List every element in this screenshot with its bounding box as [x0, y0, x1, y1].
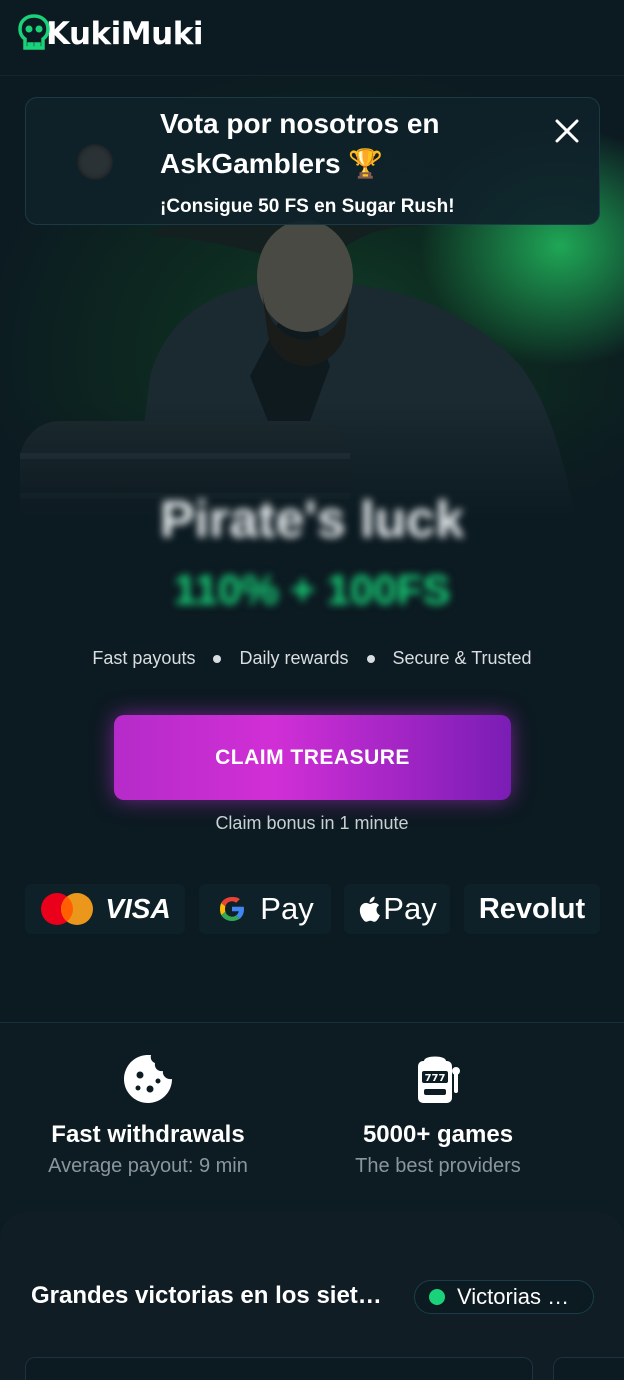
svg-text:777: 777: [425, 1073, 446, 1084]
stat-subtitle: Average payout: 9 min: [48, 1155, 248, 1177]
logo[interactable]: KukiMuki: [18, 14, 203, 54]
payment-visa-mastercard: VISA: [25, 884, 185, 934]
google-icon: [220, 897, 245, 921]
payment-revolut: Revolut: [464, 884, 600, 934]
feature-fast-payouts: Fast payouts: [92, 648, 196, 668]
stat-subtitle: The best providers: [355, 1155, 521, 1177]
cta-note: Claim bonus in 1 minute: [215, 813, 409, 833]
slot-machine-icon: 777: [418, 1056, 460, 1103]
features-row: Fast payouts Daily rewards Secure & Trus…: [0, 648, 624, 669]
payment-apple-pay: Pay: [344, 884, 450, 934]
feature-secure: Secure & Trusted: [392, 648, 532, 668]
live-dot-icon: [429, 1289, 445, 1305]
top-header: KukiMuki: [0, 0, 624, 76]
close-icon[interactable]: [552, 116, 582, 146]
visa-label: VISA: [105, 893, 171, 924]
notification-subtitle: ¡Consigue 50 FS en Sugar Rush!: [160, 196, 455, 217]
revolut-label: Revolut: [478, 892, 586, 925]
skull-logo-icon: [18, 14, 50, 54]
separator-dot: [366, 654, 375, 663]
claim-treasure-button[interactable]: CLAIM TREASURE: [114, 715, 511, 800]
win-card[interactable]: [25, 1357, 533, 1380]
wins-filter-label: Victorias …: [457, 1284, 570, 1309]
feature-daily-rewards: Daily rewards: [239, 648, 349, 668]
google-pay-label: Pay: [260, 891, 314, 926]
notification-title: Vota por nosotros en AskGamblers 🏆: [160, 108, 440, 179]
big-wins-title: Grandes victorias en los siet…: [31, 1282, 382, 1309]
stat-title: Fast withdrawals: [51, 1121, 245, 1148]
win-card[interactable]: [553, 1357, 624, 1380]
stat-title: 5000+ games: [362, 1121, 514, 1148]
logo-text: KukiMuki: [46, 16, 203, 52]
promo-title: Pirate's luck: [159, 491, 465, 549]
apple-icon: [360, 896, 381, 922]
separator-dot: [213, 654, 222, 663]
mastercard-icon: [41, 893, 94, 925]
apple-pay-label: Pay: [383, 891, 437, 926]
stats-strip: Fast withdrawals Average payout: 9 min 7…: [0, 1022, 624, 1222]
cookie-icon: [124, 1055, 172, 1103]
payment-google-pay: Pay: [199, 884, 331, 934]
promo-bonus: 110% + 100FS: [173, 566, 451, 613]
notification-avatar: [77, 144, 113, 180]
wins-filter-pill[interactable]: Victorias …: [414, 1280, 594, 1314]
